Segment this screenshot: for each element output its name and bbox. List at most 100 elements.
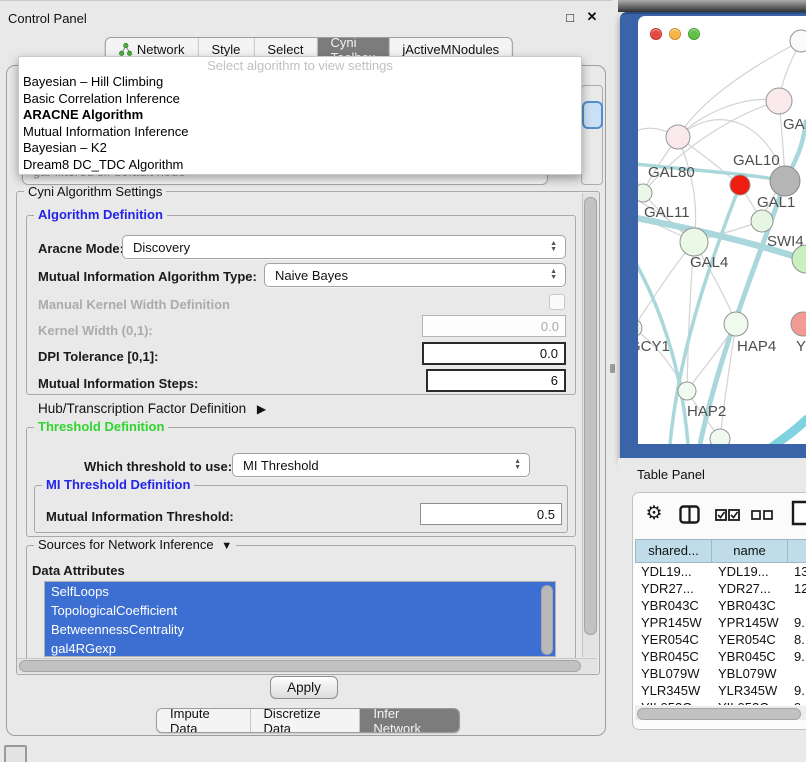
- columns-icon[interactable]: [678, 504, 700, 524]
- algorithm-option[interactable]: Bayesian – K2: [19, 140, 581, 157]
- node-label: GAL80: [648, 164, 695, 181]
- mi-type-value: Naive Bayes: [275, 268, 348, 283]
- table-panel-body: ⚙: [632, 492, 806, 730]
- list-scrollbar[interactable]: [541, 585, 553, 655]
- node-label: GAL: [783, 116, 806, 133]
- table-row[interactable]: YBR045CYBR045C9.: [635, 648, 806, 665]
- settings-vscrollbar[interactable]: [584, 197, 597, 635]
- mi-steps-label: Mutual Information Steps:: [38, 376, 198, 391]
- algorithm-option[interactable]: Bayesian – Hill Climbing: [19, 74, 581, 91]
- tab-impute-data[interactable]: Impute Data: [157, 709, 251, 732]
- node-label: GAL4: [690, 254, 728, 271]
- combo-spinner-icon: ▲▼: [514, 459, 521, 471]
- manual-kernel-label: Manual Kernel Width Definition: [38, 297, 230, 312]
- mi-steps-field[interactable]: [426, 369, 566, 392]
- close-panel-icon[interactable]: ✕: [584, 9, 600, 25]
- network-graph: [638, 16, 806, 444]
- table-rows: YDL19...YDL19...13 YDR27...YDR27...12 YB…: [635, 563, 806, 705]
- mi-type-combo[interactable]: Naive Bayes ▲▼: [264, 263, 566, 287]
- table-row[interactable]: YIL052CYIL052C9: [635, 699, 806, 705]
- algorithm-dropdown-popup: Select algorithm to view settings Bayesi…: [18, 56, 582, 175]
- mi-type-label: Mutual Information Algorithm Type:: [38, 269, 257, 284]
- node-label: Y: [796, 338, 806, 355]
- collapse-down-icon: ▼: [221, 540, 232, 552]
- which-threshold-combo[interactable]: MI Threshold ▲▼: [232, 453, 530, 477]
- list-item[interactable]: BetweennessCentrality: [45, 620, 555, 639]
- algorithm-option[interactable]: Basic Correlation Inference: [19, 91, 581, 108]
- network-icon: [119, 43, 132, 56]
- list-item[interactable]: gal4RGexp: [45, 639, 555, 657]
- settings-hscrollbar[interactable]: [19, 660, 581, 672]
- aracne-mode-combo[interactable]: Discovery ▲▼: [122, 235, 566, 259]
- combo-spinner-icon: ▲▼: [550, 269, 557, 281]
- node-label: GCY1: [638, 338, 670, 355]
- node-label: HAP2: [687, 403, 726, 420]
- algorithm-option[interactable]: Dream8 DC_TDC Algorithm: [19, 157, 581, 174]
- node-label: GAL1: [757, 194, 795, 211]
- mi-threshold-title: MI Threshold Definition: [42, 478, 194, 492]
- algorithm-option[interactable]: Mutual Information Inference: [19, 124, 581, 141]
- column-header-shared-name[interactable]: shared...: [635, 539, 712, 563]
- apply-button[interactable]: Apply: [270, 676, 338, 699]
- deselect-all-columns-icon[interactable]: [750, 509, 774, 520]
- node-label: SWI4: [767, 233, 804, 250]
- node-label: GAL11: [644, 204, 690, 221]
- tab-infer-network[interactable]: Infer Network: [360, 709, 459, 732]
- aracne-mode-value: Discovery: [133, 240, 190, 255]
- column-header-name[interactable]: name: [711, 539, 788, 563]
- algorithm-option-selected[interactable]: ARACNE Algorithm: [19, 107, 581, 124]
- list-item[interactable]: TopologicalCoefficient: [45, 601, 555, 620]
- column-header-cut[interactable]: [787, 539, 806, 563]
- algorithm-definition-title: Algorithm Definition: [34, 208, 167, 222]
- table-panel-title: Table Panel: [637, 467, 705, 482]
- sources-title: Sources for Network Inference: [38, 537, 214, 552]
- table-row[interactable]: YDR27...YDR27...12: [635, 580, 806, 597]
- expand-right-icon: ▶: [257, 402, 266, 416]
- table-panel: Table Panel ⚙: [618, 458, 806, 762]
- screen: Control Panel □ ✕ Network Style Select: [0, 0, 806, 762]
- mi-threshold-field[interactable]: [420, 503, 562, 525]
- kernel-width-field[interactable]: [422, 315, 566, 337]
- hidden-combo-focus-fragment: [582, 101, 603, 129]
- hub-definition-label: Hub/Transcription Factor Definition: [38, 401, 246, 416]
- table-row[interactable]: YDL19...YDL19...13: [635, 563, 806, 580]
- manual-kernel-checkbox[interactable]: [549, 294, 565, 310]
- float-panel-icon[interactable]: □: [562, 9, 578, 25]
- dpi-tolerance-label: DPI Tolerance [0,1]:: [38, 349, 158, 364]
- which-threshold-label: Which threshold to use:: [84, 459, 232, 474]
- hidden-group-fragment: [581, 85, 603, 185]
- table-row[interactable]: YPR145WYPR145W9.: [635, 614, 806, 631]
- collapsed-panel-icon[interactable]: [4, 745, 27, 762]
- cyni-settings-title: Cyni Algorithm Settings: [24, 185, 166, 199]
- table-row[interactable]: YBR043CYBR043C: [635, 597, 806, 614]
- network-window-frame[interactable]: GAL GAL80 GAL10 GAL11 GAL1 SWI4 GAL4 GCY…: [620, 12, 806, 460]
- table-row[interactable]: YLR345WYLR345W9.: [635, 682, 806, 699]
- cyni-bottom-tabbar: Impute Data Discretize Data Infer Networ…: [156, 708, 460, 733]
- node-label: HAP4: [737, 338, 776, 355]
- which-threshold-value: MI Threshold: [243, 458, 319, 473]
- control-panel-title: Control Panel: [8, 11, 87, 26]
- threshold-definition-title: Threshold Definition: [34, 420, 168, 434]
- table-row[interactable]: YER054CYER054C8.: [635, 631, 806, 648]
- control-panel: Control Panel □ ✕ Network Style Select: [0, 0, 612, 762]
- data-attributes-list: SelfLoops TopologicalCoefficient Between…: [44, 581, 556, 657]
- data-attributes-label: Data Attributes: [32, 563, 125, 578]
- table-hscrollbar[interactable]: [637, 708, 801, 720]
- select-all-columns-icon[interactable]: [714, 508, 740, 521]
- dpi-tolerance-field[interactable]: [422, 342, 566, 365]
- table-settings-button[interactable]: ⚙: [643, 501, 665, 525]
- tab-label: Network: [137, 42, 185, 57]
- sources-toggle[interactable]: Sources for Network Inference ▼: [34, 538, 236, 553]
- divider-grip-icon[interactable]: [610, 364, 615, 373]
- tab-discretize-data[interactable]: Discretize Data: [251, 709, 361, 732]
- export-table-icon[interactable]: [791, 499, 806, 527]
- combo-spinner-icon: ▲▼: [550, 241, 557, 253]
- hub-definition-toggle[interactable]: Hub/Transcription Factor Definition ▶: [38, 401, 266, 416]
- table-row[interactable]: YBL079WYBL079W: [635, 665, 806, 682]
- network-canvas[interactable]: GAL GAL80 GAL10 GAL11 GAL1 SWI4 GAL4 GCY…: [638, 16, 806, 444]
- kernel-width-label: Kernel Width (0,1):: [38, 323, 153, 338]
- aracne-mode-label: Aracne Mode:: [38, 241, 124, 256]
- mi-threshold-label: Mutual Information Threshold:: [46, 509, 234, 524]
- algorithm-placeholder: Select algorithm to view settings: [19, 57, 581, 74]
- list-item[interactable]: SelfLoops: [45, 582, 555, 601]
